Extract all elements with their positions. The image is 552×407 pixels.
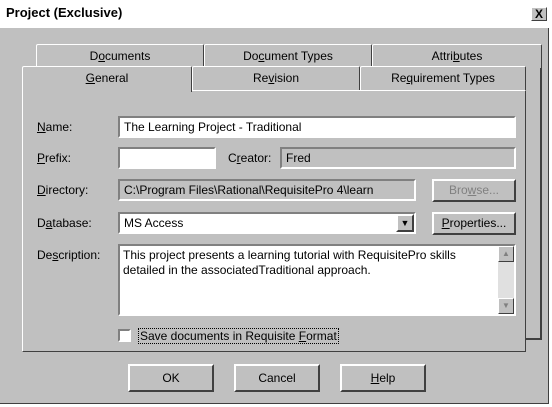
creator-field: Fred	[280, 147, 516, 169]
ok-button[interactable]: OK	[128, 364, 214, 392]
directory-field: C:\Program Files\Rational\RequisitePro 4…	[118, 179, 416, 201]
database-label: Database:	[37, 216, 92, 230]
description-textarea[interactable]: This project presents a learning tutoria…	[118, 244, 516, 316]
browse-button: Browse...	[432, 179, 516, 202]
directory-label: Directory:	[37, 183, 89, 197]
description-text: This project presents a learning tutoria…	[123, 248, 456, 277]
help-button[interactable]: Help	[340, 364, 426, 392]
creator-label: Creator:	[228, 151, 272, 165]
scroll-down-icon[interactable]: ▼	[498, 298, 514, 314]
cancel-button[interactable]: Cancel	[234, 364, 320, 392]
prefix-field[interactable]	[118, 147, 216, 169]
description-label: Description:	[37, 248, 101, 262]
scroll-up-icon[interactable]: ▲	[498, 246, 514, 262]
name-label: Name:	[37, 120, 73, 134]
project-dialog: Project (Exclusive) X Documents Document…	[0, 0, 549, 404]
properties-button[interactable]: Properties...	[432, 212, 516, 235]
name-field[interactable]: The Learning Project - Traditional	[118, 116, 516, 138]
database-select[interactable]: MS Access	[118, 212, 416, 234]
save-format-label[interactable]: Save documents in Requisite Format	[138, 328, 339, 344]
prefix-label: Prefix:	[37, 151, 72, 165]
save-format-checkbox[interactable]	[118, 329, 131, 342]
description-scrollbar[interactable]: ▲ ▼	[498, 246, 514, 314]
chevron-down-icon[interactable]: ▼	[396, 214, 414, 232]
